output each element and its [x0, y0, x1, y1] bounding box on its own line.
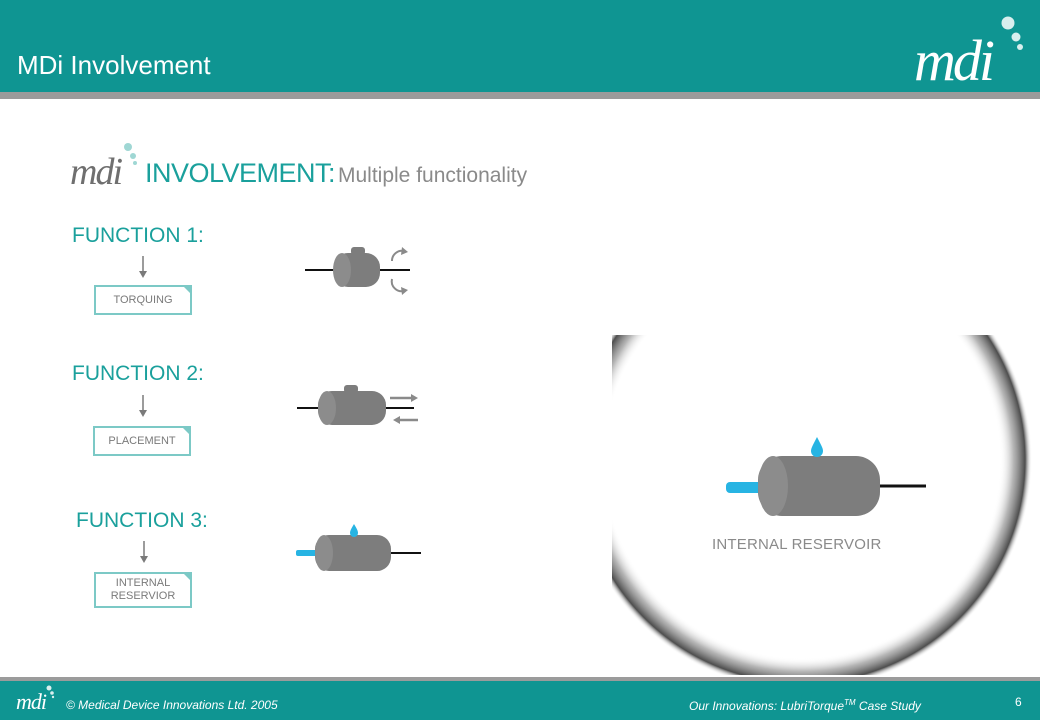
logo-dot-medium [1011, 32, 1021, 42]
content-logo-dot-medium [130, 153, 136, 159]
box-corner-icon [181, 426, 191, 436]
function-2-box: PLACEMENT [93, 426, 191, 456]
case-study-suffix: Case Study [855, 699, 921, 713]
function-3-box: INTERNAL RESERVIOR [94, 572, 192, 608]
mdi-logo-text: mdi [914, 28, 994, 88]
footer-logo-dot-medium [50, 691, 54, 695]
function-1-arrow-icon [139, 256, 147, 278]
case-study-prefix: Our Innovations: LubriTorque [689, 699, 844, 713]
footer-logo-text: mdi [16, 689, 47, 713]
reservoir-cylinder-icon [296, 524, 421, 571]
header-divider [0, 92, 1040, 99]
function-1-box: TORQUING [94, 285, 192, 315]
function-2-arrow-icon [139, 395, 147, 417]
content-mdi-logo: mdi [70, 143, 137, 188]
reservoir-caption: INTERNAL RESERVOIR [712, 536, 882, 553]
function-3-label: FUNCTION 3: [76, 509, 208, 532]
function-3-arrow-icon [140, 541, 148, 563]
function-1-label: FUNCTION 1: [72, 224, 204, 247]
box-corner-icon [182, 572, 192, 582]
footer-logo-dot-large [46, 685, 52, 691]
function-1-box-label: TORQUING [113, 293, 173, 306]
logo-dot-small [1017, 44, 1023, 50]
content-logo-dot-small [133, 161, 137, 165]
involvement-subheading: Multiple functionality [338, 164, 528, 187]
mdi-logo: mdi [914, 16, 1023, 88]
torquing-cylinder-icon [305, 247, 410, 295]
function-3-box-label: INTERNAL RESERVIOR [110, 577, 176, 602]
box-corner-icon [182, 285, 192, 295]
content-logo-dot-large [124, 143, 132, 151]
placement-cylinder-icon [297, 385, 418, 425]
internal-reservoir-panel [612, 335, 1032, 675]
involvement-heading: INVOLVEMENT: [145, 158, 336, 188]
page-title: MDi Involvement [17, 50, 211, 80]
function-2-label: FUNCTION 2: [72, 362, 204, 385]
copyright-text: © Medical Device Innovations Ltd. 2005 [66, 698, 278, 712]
logo-dot-large [1001, 16, 1015, 30]
function-2-box-label: PLACEMENT [108, 434, 176, 447]
footer-logo-dot-small [51, 695, 55, 699]
content-logo-text: mdi [70, 151, 122, 188]
footer-mdi-logo: mdi [16, 685, 55, 713]
reservoir-cylinder-end [758, 456, 788, 516]
case-study-text: Our Innovations: LubriTorqueTM Case Stud… [689, 698, 921, 713]
trademark-mark: TM [844, 698, 856, 707]
page-number: 6 [1015, 695, 1022, 709]
